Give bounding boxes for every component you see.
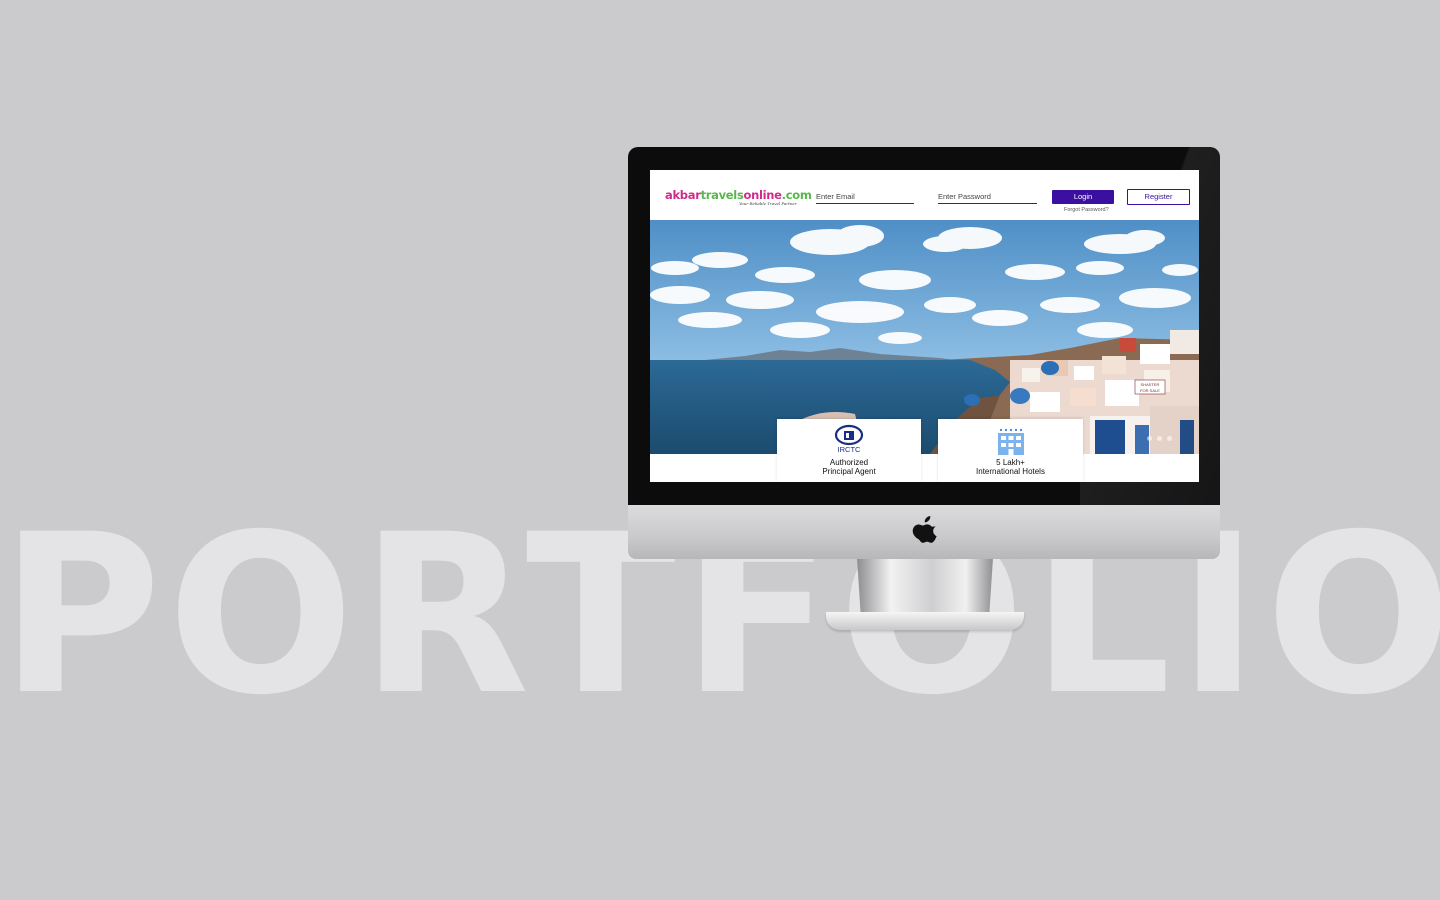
password-field[interactable]: Enter Password bbox=[938, 191, 1037, 204]
forgot-password-link[interactable]: Forgot Password? bbox=[1064, 207, 1109, 213]
hero-sign-text-1: SHASTER bbox=[1141, 382, 1160, 387]
apple-logo-icon bbox=[912, 516, 937, 543]
irctc-card-line1: Authorized bbox=[829, 458, 869, 467]
hero-image-santorini: SHASTER FOR SALE bbox=[650, 220, 1199, 454]
imac-stand-neck bbox=[857, 558, 993, 620]
email-field[interactable]: Enter Email bbox=[816, 191, 914, 204]
logo-part-com: .com bbox=[781, 188, 812, 202]
site-logo[interactable]: akbartravelsonline.com Your Reliable Tra… bbox=[665, 188, 812, 206]
site-header: akbartravelsonline.com Your Reliable Tra… bbox=[650, 170, 1199, 220]
carousel-dot[interactable] bbox=[1157, 436, 1162, 441]
carousel-dot[interactable] bbox=[1167, 436, 1172, 441]
register-button[interactable]: Register bbox=[1127, 189, 1190, 205]
logo-part-online: online bbox=[743, 188, 782, 202]
hotels-card: 5 Lakh+ International Hotels bbox=[938, 419, 1083, 482]
imac-stand-base bbox=[826, 612, 1024, 630]
irctc-logo-icon: IRCTC bbox=[834, 424, 864, 454]
login-button[interactable]: Login bbox=[1052, 190, 1114, 204]
hero-sign-text-2: FOR SALE bbox=[1140, 388, 1160, 393]
irctc-card-line2: Principal Agent bbox=[822, 467, 876, 476]
hotel-building-icon bbox=[998, 428, 1024, 455]
logo-part-travels: travels bbox=[700, 188, 744, 202]
website-screen: akbartravelsonline.com Your Reliable Tra… bbox=[650, 170, 1199, 482]
irctc-agent-card: IRCTC Authorized Principal Agent bbox=[777, 419, 921, 482]
hotels-card-line2: International Hotels bbox=[976, 467, 1045, 476]
carousel-dot[interactable] bbox=[1147, 436, 1152, 441]
hotels-card-line1: 5 Lakh+ bbox=[996, 458, 1025, 467]
irctc-icon-text: IRCTC bbox=[838, 445, 861, 454]
logo-tagline: Your Reliable Travel Partner bbox=[739, 201, 797, 206]
logo-part-akbar: akbar bbox=[665, 188, 701, 202]
imac-mockup: akbartravelsonline.com Your Reliable Tra… bbox=[0, 0, 1440, 900]
